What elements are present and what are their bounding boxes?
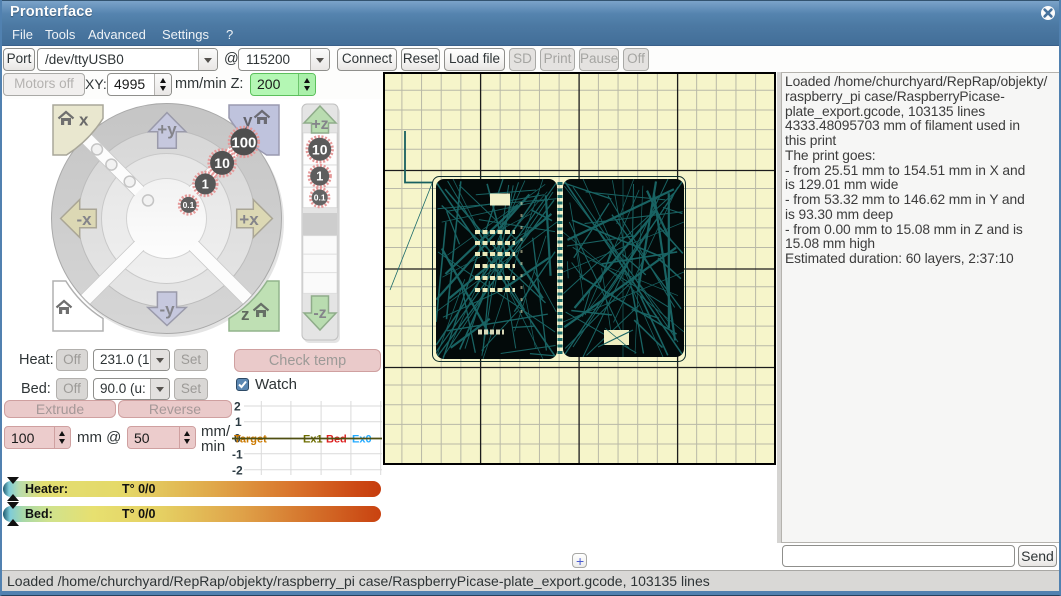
svg-text:10: 10 — [312, 141, 328, 157]
svg-text:10: 10 — [214, 155, 230, 171]
svg-text:-2: -2 — [232, 463, 243, 477]
svg-text:-y: -y — [159, 300, 175, 319]
svg-text:-z: -z — [313, 305, 326, 322]
svg-text:+x: +x — [239, 210, 259, 229]
svg-text:1: 1 — [235, 415, 242, 429]
svg-text:x: x — [79, 111, 89, 130]
svg-text:2: 2 — [234, 400, 241, 414]
svg-text:-1: -1 — [232, 447, 243, 461]
svg-text:0.1: 0.1 — [314, 193, 326, 203]
svg-text:+y: +y — [157, 120, 177, 139]
svg-text:Bed: Bed — [326, 434, 347, 446]
svg-text:Ex0: Ex0 — [352, 434, 372, 446]
svg-text:z: z — [241, 305, 250, 324]
svg-text:Ex1: Ex1 — [303, 434, 323, 446]
svg-text:1: 1 — [316, 169, 323, 184]
svg-text:-x: -x — [76, 210, 92, 229]
svg-text:100: 100 — [231, 134, 256, 151]
svg-text:+z: +z — [311, 116, 328, 133]
svg-text:Target: Target — [234, 434, 267, 446]
svg-text:0.1: 0.1 — [183, 200, 195, 210]
svg-text:1: 1 — [202, 176, 209, 191]
